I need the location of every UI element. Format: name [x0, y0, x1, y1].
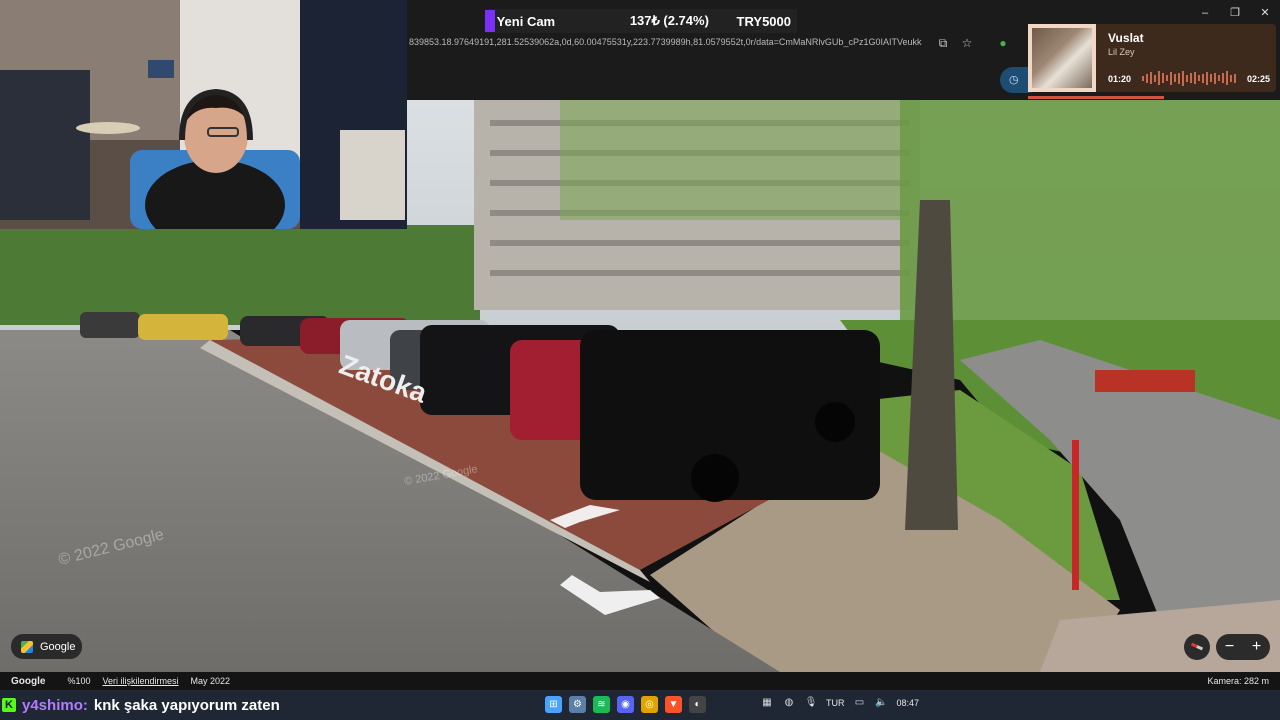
map-footer: Google %100 Veri ilişkilendirmesi May 20…: [0, 672, 1280, 690]
ticker-accent: [485, 10, 495, 32]
foliage-center: [560, 100, 900, 220]
map-controls: − +: [1184, 634, 1270, 660]
stock-ticker: Yeni Cam 137₺ (2.74%) TRY5000: [485, 9, 797, 33]
tv: [148, 60, 174, 78]
google-chip-label: Google: [40, 640, 76, 653]
map-layers-icon: [21, 640, 33, 653]
taskbar-apps: ⊞ ⚙ ≋ ◉ ◎ ▼ ◐: [545, 696, 706, 713]
extension-icon[interactable]: ●: [995, 35, 1011, 51]
google-logo: Google: [11, 675, 46, 687]
webcam-overlay: [0, 0, 407, 229]
ticker-target: TRY5000: [736, 13, 791, 29]
track-artist: Lil Zey: [1108, 47, 1135, 57]
taskbar-spotify-icon[interactable]: ≋: [593, 696, 610, 713]
system-tray: ▦ ◍ 🎙 TUR ▭ 🔈 08:47: [760, 696, 919, 710]
capture-date: May 2022: [190, 676, 231, 686]
track-progress-bar: [1028, 96, 1165, 99]
track-title: Vuslat: [1108, 31, 1144, 45]
compass-icon[interactable]: [1184, 634, 1210, 660]
red-bench: [1095, 370, 1195, 392]
cast-icon[interactable]: ⧉: [935, 35, 951, 51]
address-bar[interactable]: 839853.18.97649191,281.52539062a,0d,60.0…: [409, 37, 929, 51]
taskbar-start-icon[interactable]: ⊞: [545, 696, 562, 713]
close-button[interactable]: ✕: [1255, 4, 1275, 22]
zoom-level: %100: [67, 676, 91, 686]
taskbar: K y4shimo: knk şaka yapıyorum zaten ⊞ ⚙ ≋ ◉…: [0, 690, 1280, 720]
zoom-buttons: − +: [1216, 634, 1270, 660]
bookmark-star-icon[interactable]: ☆: [959, 35, 975, 51]
album-cover: [1028, 24, 1096, 92]
radiator: [340, 130, 405, 220]
chat-username: y4shimo:: [22, 696, 88, 714]
volume-icon[interactable]: 🔈: [875, 696, 889, 710]
widgets-icon[interactable]: ▦: [760, 696, 774, 710]
side-table: [76, 122, 140, 134]
chat-overlay: K y4shimo: knk şaka yapıyorum zaten: [0, 690, 280, 720]
striped-post: [1072, 440, 1079, 590]
tree-line: [0, 225, 480, 325]
zoom-in-button[interactable]: +: [1252, 638, 1261, 656]
now-playing-widget: Vuslat Lil Zey 01:20 02:25: [1028, 24, 1276, 99]
language-indicator[interactable]: TUR: [826, 698, 845, 708]
elapsed-time: 01:20: [1108, 74, 1132, 84]
ticker-name: Yeni Cam: [496, 13, 556, 29]
taskbar-network-icon[interactable]: ⚙: [569, 696, 586, 713]
taskbar-github-icon[interactable]: ◐: [689, 696, 706, 713]
clock[interactable]: 08:47: [897, 698, 920, 708]
total-time: 02:25: [1246, 74, 1270, 84]
taskbar-discord-icon[interactable]: ◉: [617, 696, 634, 713]
maximize-button[interactable]: ❐: [1225, 4, 1245, 22]
microphone-icon[interactable]: 🎙: [804, 696, 818, 710]
camera-distance: Kamera: 282 m: [1207, 676, 1269, 686]
zoom-out-button[interactable]: −: [1225, 638, 1234, 656]
foliage-right: [900, 100, 1280, 340]
ticker-change: 137₺ (2.74%): [629, 13, 709, 28]
chat-message: knk şaka yapıyorum zaten: [93, 696, 280, 714]
sofa: [0, 70, 90, 220]
data-attribution-link[interactable]: Veri ilişkilendirmesi: [102, 676, 178, 686]
taskbar-chrome-icon[interactable]: ◎: [641, 696, 658, 713]
taskbar-brave-icon[interactable]: ▼: [665, 696, 682, 713]
kick-icon: K: [2, 698, 16, 712]
display-icon[interactable]: ▭: [853, 696, 867, 710]
security-icon[interactable]: ◍: [782, 696, 796, 710]
audio-waveform: [1142, 70, 1236, 86]
desktop-screen: Zatoka © 2022 Google © 2022 Google Yeni …: [0, 0, 1280, 720]
minimize-button[interactable]: –: [1195, 4, 1215, 22]
google-layers-chip[interactable]: Google: [11, 634, 82, 659]
